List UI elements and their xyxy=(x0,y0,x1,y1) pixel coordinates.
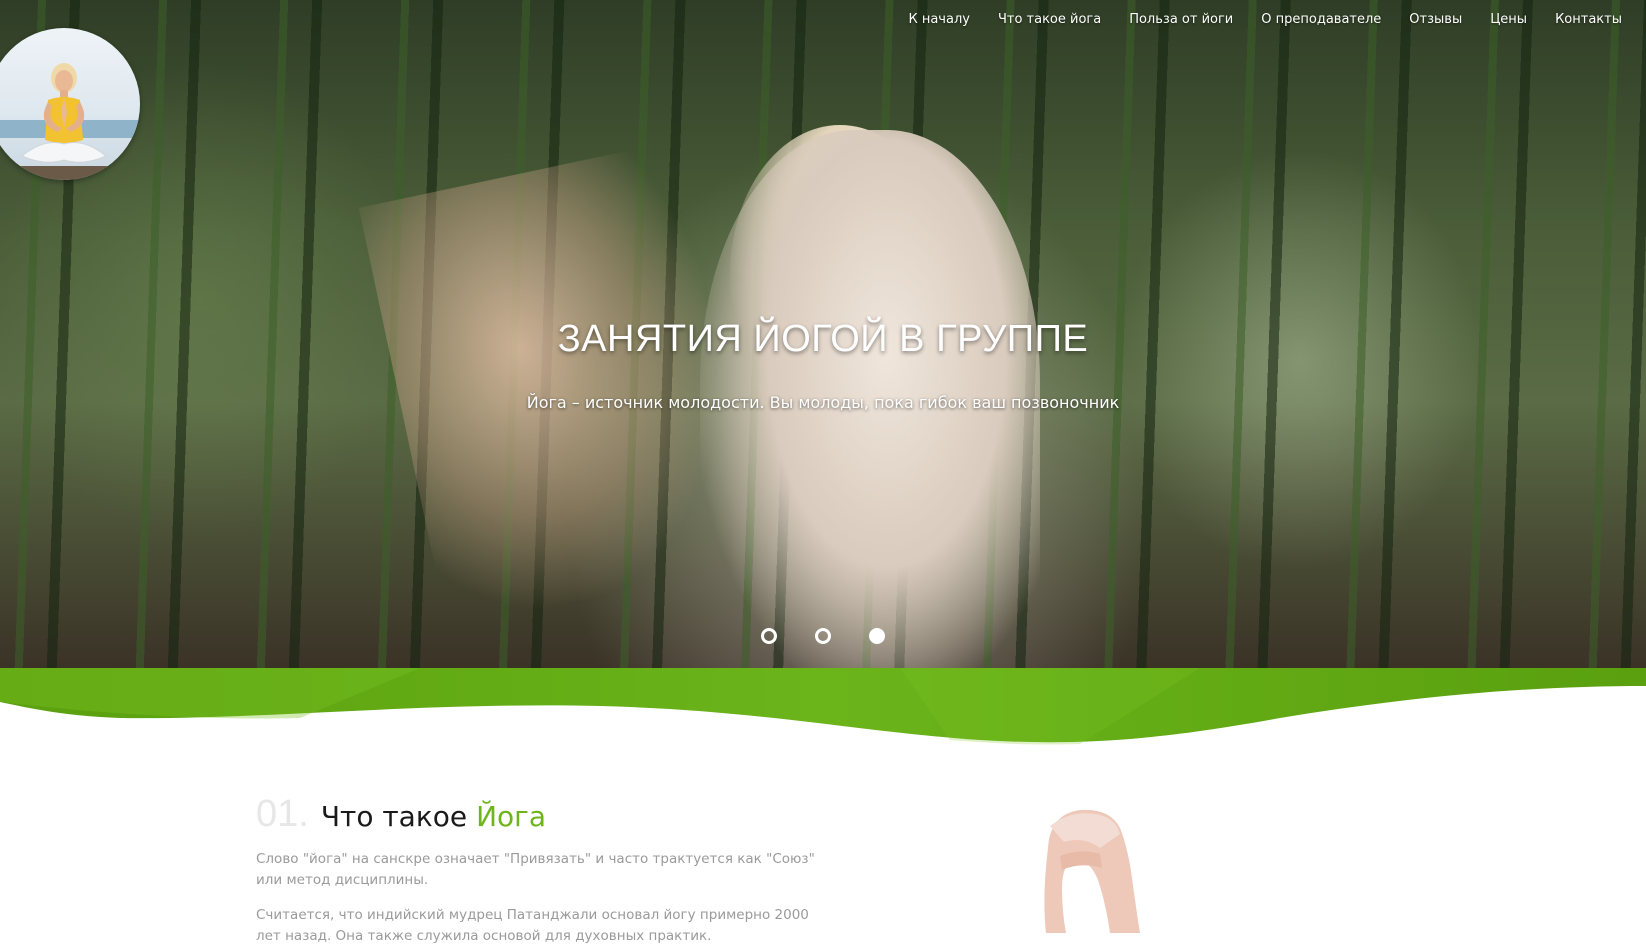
logo-avatar[interactable] xyxy=(0,28,140,180)
slider-dot-2[interactable] xyxy=(815,628,831,644)
green-wave-divider xyxy=(0,668,1646,745)
section-paragraph-1: Слово "йога" на санскре означает "Привяз… xyxy=(256,851,815,888)
nav-item-what-is-yoga[interactable]: Что такое йога xyxy=(984,12,1115,27)
section-paragraph-2: Считается, что индийский мудрец Патанджа… xyxy=(256,907,809,944)
hero-section: К началу Что такое йога Польза от йоги О… xyxy=(0,0,1646,670)
nav-item-home[interactable]: К началу xyxy=(894,12,983,27)
nav-item-contacts[interactable]: Контакты xyxy=(1541,12,1636,27)
top-navigation: К началу Что такое йога Польза от йоги О… xyxy=(894,0,1646,38)
yoga-pose-image xyxy=(1044,809,1140,933)
nav-item-benefits[interactable]: Польза от йоги xyxy=(1115,12,1247,27)
section-number: 01. xyxy=(256,793,309,835)
slider-dot-1[interactable] xyxy=(761,628,777,644)
nav-item-reviews[interactable]: Отзывы xyxy=(1395,12,1476,27)
section-title-accent: Йога xyxy=(476,800,547,833)
meditating-woman-icon xyxy=(0,63,140,180)
section-title: Что такое xyxy=(320,800,468,833)
slider-dots xyxy=(0,628,1646,644)
section-heading: 01. Что такое Йога xyxy=(256,793,546,836)
nav-item-prices[interactable]: Цены xyxy=(1476,12,1541,27)
hero-title: ЗАНЯТИЯ ЙОГОЙ В ГРУППЕ xyxy=(557,318,1089,360)
nav-item-teacher[interactable]: О преподавателе xyxy=(1247,12,1395,27)
hero-subtitle: Йога – источник молодости. Вы молоды, по… xyxy=(526,393,1120,412)
slider-dot-3-active[interactable] xyxy=(869,628,885,644)
